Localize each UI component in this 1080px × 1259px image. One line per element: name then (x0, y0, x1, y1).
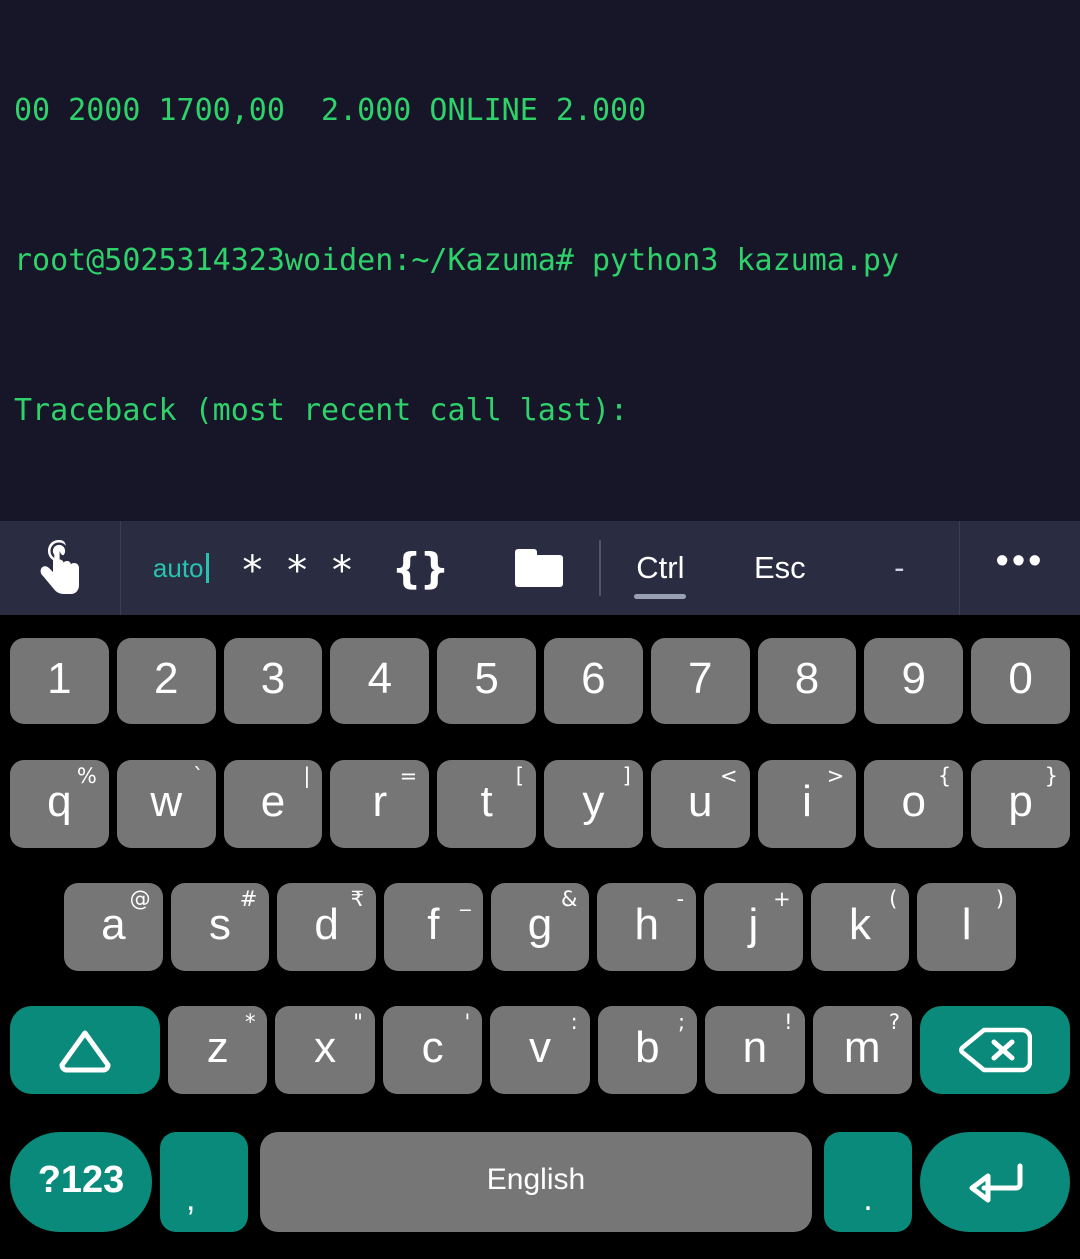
key-2[interactable]: 2 (116, 637, 216, 724)
key-t[interactable]: t[ (437, 759, 536, 848)
key-p[interactable]: p} (971, 759, 1070, 848)
key-z[interactable]: z * (168, 1005, 268, 1094)
comma-key[interactable]: , (160, 1132, 248, 1233)
symbols-toggle-key[interactable]: ?123 (10, 1132, 152, 1233)
toolbar-items: auto * * * {} Ctrl Esc - (121, 521, 959, 615)
toolbar-braces-label: {} (391, 543, 450, 593)
toolbar-stars-button[interactable]: * * * (240, 521, 359, 615)
toolbar-dash-key[interactable]: - (840, 521, 959, 615)
key-a[interactable]: a @ (63, 882, 163, 971)
key-n[interactable]: n! (705, 1005, 805, 1094)
toolbar-folder-button[interactable] (479, 521, 598, 615)
key-q[interactable]: q% (10, 759, 109, 848)
keyboard-row-numbers: 1 2 3 4 5 6 7 8 9 0 (0, 619, 1080, 742)
keyboard-row-bottom: ?123 , English . (0, 1111, 1080, 1253)
keyboard-row-qwerty: q% w ` e | r = t[ y] u < i > o{ p} (0, 742, 1080, 865)
key-7[interactable]: 7 (650, 637, 750, 724)
toolbar-ctrl-label: Ctrl (636, 550, 685, 585)
key-y[interactable]: y] (544, 759, 643, 848)
terminal-line: Traceback (most recent call last): (14, 393, 629, 428)
enter-key[interactable] (920, 1132, 1070, 1233)
key-9[interactable]: 9 (864, 637, 964, 724)
toolbar-ctrl-key[interactable]: Ctrl (601, 521, 720, 615)
key-b[interactable]: b; (597, 1005, 698, 1094)
toolbar-auto-label: auto (152, 552, 204, 583)
key-c[interactable]: c ' (382, 1005, 483, 1094)
tap-hand-icon (37, 538, 83, 598)
key-3[interactable]: 3 (223, 637, 323, 724)
key-v[interactable]: v: (490, 1005, 590, 1094)
key-5[interactable]: 5 (437, 637, 536, 724)
period-key[interactable]: . (824, 1132, 912, 1233)
key-m[interactable]: m? (812, 1005, 912, 1094)
key-w[interactable]: w ` (116, 759, 216, 848)
keyboard-row-zxcv: z * x " c ' v: b; n! m? (0, 988, 1080, 1111)
key-f[interactable]: f _ (384, 882, 483, 971)
toolbar-stars-label: * * * (242, 548, 358, 594)
key-u[interactable]: u < (650, 759, 750, 848)
toolbar-braces-button[interactable]: {} (360, 521, 479, 615)
phone-screen: 00 2000 1700,00 2.000 ONLINE 2.000 root@… (0, 0, 1080, 1259)
terminal-output[interactable]: 00 2000 1700,00 2.000 ONLINE 2.000 root@… (0, 0, 1080, 521)
key-k[interactable]: k( (810, 882, 910, 971)
space-key[interactable]: English (260, 1132, 812, 1233)
backspace-key[interactable] (919, 1005, 1070, 1094)
key-8[interactable]: 8 (757, 637, 857, 724)
key-6[interactable]: 6 (544, 637, 643, 724)
key-i[interactable]: i > (757, 759, 857, 848)
toolbar-touch-mode-button[interactable] (0, 521, 120, 615)
key-x[interactable]: x " (275, 1005, 375, 1094)
toolbar-esc-label: Esc (753, 550, 806, 585)
shift-icon (54, 1026, 116, 1074)
terminal-text-block: 00 2000 1700,00 2.000 ONLINE 2.000 root@… (14, 0, 1080, 521)
folder-icon (514, 549, 563, 587)
backspace-icon (958, 1024, 1033, 1076)
extra-key-toolbar: auto * * * {} Ctrl Esc - ••• (0, 521, 1080, 615)
key-o[interactable]: o{ (864, 759, 964, 848)
key-d[interactable]: d ₹ (277, 882, 376, 971)
key-l[interactable]: l) (917, 882, 1017, 971)
terminal-line: root@5025314323woiden:~/Kazuma# python3 … (14, 243, 900, 278)
toolbar-autocomplete-button[interactable]: auto (121, 521, 240, 615)
more-dots-icon: ••• (995, 539, 1045, 582)
toolbar-auto-caret (205, 553, 209, 583)
key-4[interactable]: 4 (330, 637, 430, 724)
key-g[interactable]: g & (490, 882, 590, 971)
toolbar-more-button[interactable]: ••• (960, 521, 1080, 615)
key-j[interactable]: j + (704, 882, 803, 971)
terminal-line: 00 2000 1700,00 2.000 ONLINE 2.000 (14, 93, 647, 128)
key-h[interactable]: h- (597, 882, 697, 971)
enter-icon (962, 1158, 1028, 1206)
key-1[interactable]: 1 (10, 637, 109, 724)
key-s[interactable]: s # (170, 882, 270, 971)
key-r[interactable]: r = (330, 759, 430, 848)
toolbar-ctrl-active-indicator (634, 594, 687, 599)
onscreen-keyboard: 1 2 3 4 5 6 7 8 9 0 q% w ` e | r = t[ y] u <… (0, 615, 1080, 1259)
keyboard-row-asdf: a @ s # d ₹ f _ g & h- j + k( l) (0, 865, 1080, 988)
key-e[interactable]: e | (223, 759, 323, 848)
toolbar-dash-label: - (894, 550, 905, 585)
shift-key[interactable] (10, 1005, 161, 1094)
key-0[interactable]: 0 (971, 637, 1070, 724)
toolbar-esc-key[interactable]: Esc (720, 521, 839, 615)
